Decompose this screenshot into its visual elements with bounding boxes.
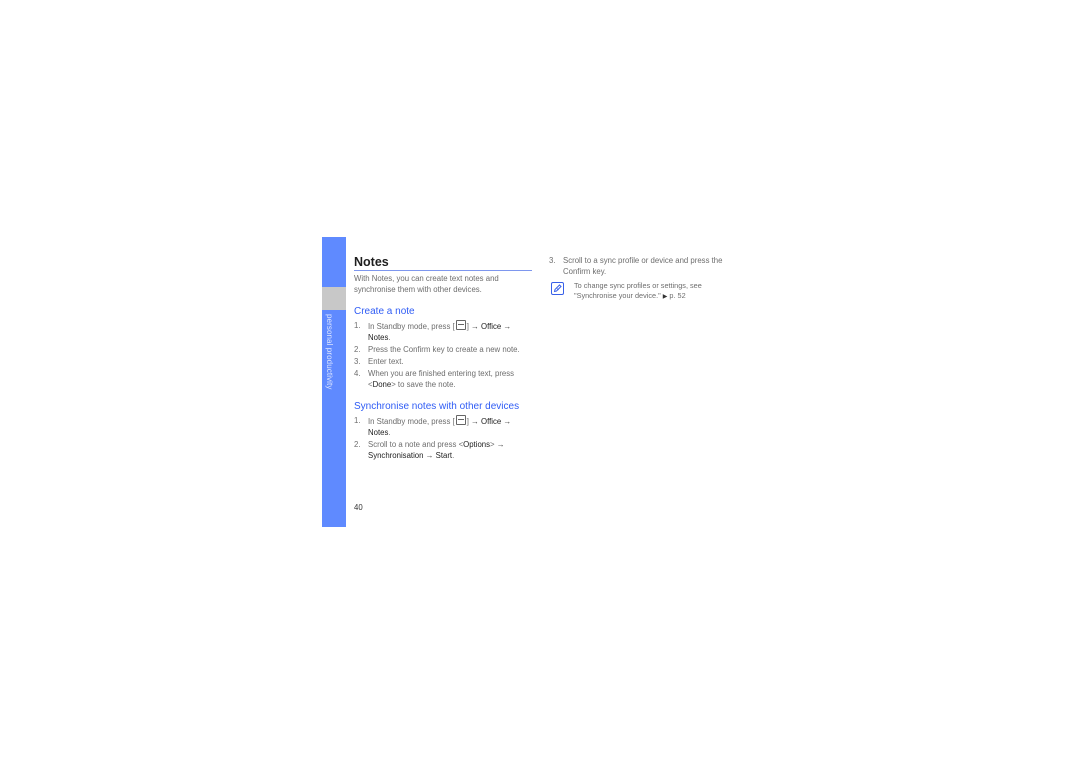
page-title: Notes (354, 255, 532, 271)
page-number: 40 (354, 503, 363, 512)
sync-steps-continued: 3. Scroll to a sync profile or device an… (549, 255, 729, 277)
menu-key-icon (455, 414, 466, 425)
section-label: personal productivity (325, 314, 334, 390)
arrow-icon: → (471, 321, 479, 331)
pencil-note-icon (551, 282, 564, 296)
list-item: 2. Scroll to a note and press <Options> … (354, 439, 505, 461)
intro-text: With Notes, you can create text notes an… (354, 274, 499, 294)
list-item: 4. When you are finished entering text, … (354, 368, 515, 389)
heading-sync-notes: Synchronise notes with other devices (354, 401, 520, 413)
list-item: 1. In Standby mode, press [] → Office → … (354, 414, 512, 437)
list-item: 3. Scroll to a sync profile or device an… (549, 256, 723, 277)
arrow-icon: → (503, 416, 512, 426)
list-item: 2. Press the Confirm key to create a new… (354, 344, 520, 354)
chapter-tab (322, 237, 346, 287)
arrow-icon: → (425, 451, 434, 461)
menu-key-icon (455, 319, 466, 330)
arrow-icon: → (503, 321, 512, 331)
arrow-icon: → (471, 416, 479, 426)
list-item: 1. In Standby mode, press [] → Office → … (354, 319, 512, 342)
left-column: Notes With Notes, you can create text no… (354, 255, 532, 462)
heading-create-note: Create a note (354, 306, 415, 317)
sync-steps: 1. In Standby mode, press [] → Office → … (354, 414, 532, 462)
create-note-steps: 1. In Standby mode, press [] → Office → … (354, 319, 532, 391)
right-column: 3. Scroll to a sync profile or device an… (549, 255, 729, 302)
tip-note: To change sync profiles or settings, see… (549, 281, 729, 302)
chapter-marker (322, 287, 346, 310)
page-ref[interactable]: p. 52 (669, 291, 685, 300)
chapter-label: personal productivity (322, 314, 346, 394)
page-ref-arrow-icon: ▶ (662, 294, 668, 301)
list-item: 3. Enter text. (354, 356, 404, 366)
arrow-icon: → (496, 439, 505, 449)
